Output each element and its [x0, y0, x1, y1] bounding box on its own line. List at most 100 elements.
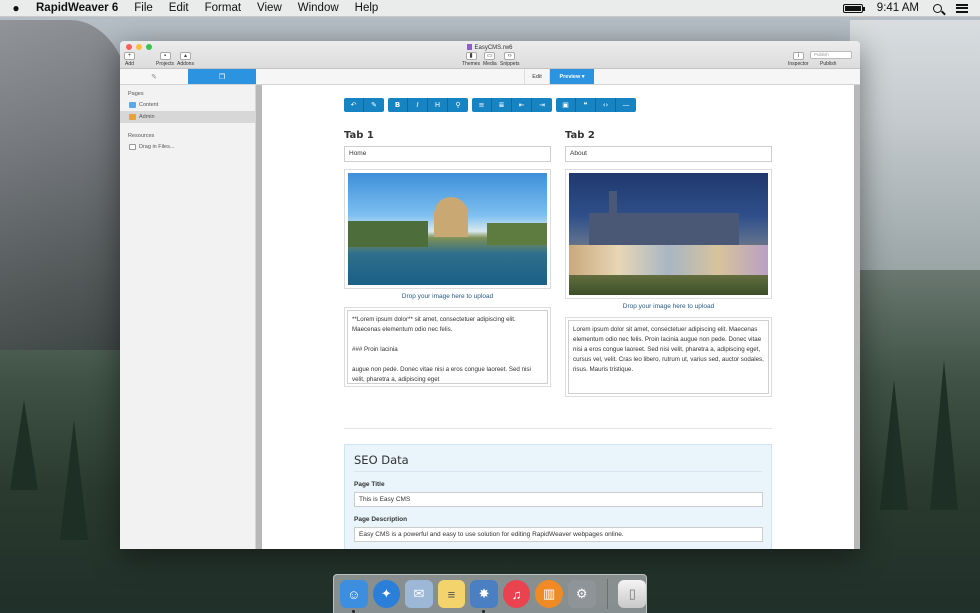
finder-icon[interactable]: ☺ [340, 580, 368, 613]
section-divider [344, 428, 772, 429]
horizontal-rule-button[interactable]: — [616, 98, 636, 112]
toolbar-group-format: B I H ⚲ [388, 98, 468, 112]
numbered-list-button[interactable]: ≣ [492, 98, 512, 112]
insert-image-button[interactable]: ▣ [556, 98, 576, 112]
italic-button[interactable]: I [408, 98, 428, 112]
menu-file[interactable]: File [126, 2, 161, 14]
houses-shape [569, 245, 768, 275]
apple-menu-icon[interactable]: ● [0, 1, 32, 15]
ibooks-icon[interactable]: ▥ [535, 580, 563, 608]
horizontal-rule-icon: — [622, 101, 630, 109]
publish-label[interactable]: Publish [820, 61, 836, 67]
menu-format[interactable]: Format [197, 2, 249, 14]
sidebar-tab-pages[interactable]: ❐ [188, 69, 256, 84]
tab1-text-editor[interactable]: **Lorem ipsum dolor** sit amet, consecte… [347, 310, 548, 384]
tab1-image-dropzone[interactable] [344, 169, 551, 289]
heading-icon: H [434, 101, 441, 109]
sidebar-item-admin[interactable]: Admin [120, 111, 255, 123]
rapidweaver-icon[interactable]: ✸ [470, 580, 498, 613]
wrench-icon: ✎ [151, 73, 157, 81]
trash-icon[interactable]: ▯ [618, 580, 647, 608]
outdent-button[interactable]: ⇤ [512, 98, 532, 112]
sidebar: Pages Content Admin Resources Drag in Fi… [120, 85, 256, 549]
mail-icon[interactable]: ✉ [405, 580, 433, 608]
window-titlebar[interactable]: EasyCMS.rw6 + Add ▪ Projects ▴ Addons ▮ Them… [120, 41, 860, 69]
tab1-title: Tab 1 [344, 130, 374, 141]
menu-edit[interactable]: Edit [161, 2, 197, 14]
tab2-title-field[interactable]: About [565, 146, 772, 162]
inspector-button[interactable]: i Inspector [788, 52, 809, 67]
tab1-title-field[interactable]: Home [344, 146, 551, 162]
menu-window[interactable]: Window [290, 2, 347, 14]
publish-destination-select[interactable]: Publish [810, 51, 852, 59]
pages-icon: ❐ [218, 73, 226, 81]
undo-button[interactable]: ↶ [344, 98, 364, 112]
page-description-input[interactable]: Easy CMS is a powerful and easy to use s… [354, 527, 763, 542]
snippets-button[interactable]: ‹› Snippets [500, 52, 519, 67]
battery-icon[interactable] [842, 3, 865, 13]
link-button[interactable]: ⚲ [448, 98, 468, 112]
clear-format-button[interactable]: ✎ [364, 98, 384, 112]
plus-icon: + [124, 52, 135, 60]
page-title-input[interactable]: This is Easy CMS [354, 492, 763, 507]
safari-icon[interactable]: ✦ [372, 580, 401, 608]
dock-separator [606, 579, 608, 609]
resources-heading: Resources [128, 133, 155, 139]
dock: ☺ ✦ ✉ ≡ ✸ ♫ ▥ ⚙ ▯ [333, 574, 647, 613]
media-button[interactable]: ▭ Media [483, 52, 497, 67]
tab1-image [348, 173, 547, 285]
tab2-upload-hint: Drop your image here to upload [622, 303, 715, 310]
spotlight-search-icon[interactable] [933, 3, 942, 13]
sidebar-item-content[interactable]: Content [120, 99, 255, 111]
page-description-label: Page Description [354, 516, 408, 523]
seo-panel: SEO Data Page Title This is Easy CMS Pag… [344, 444, 772, 549]
bold-icon: B [394, 101, 401, 109]
bullet-list-icon: ≡ [478, 101, 485, 109]
projects-icon: ▪ [159, 52, 171, 60]
preview-mode-tab[interactable]: Preview ▾ [550, 69, 594, 84]
projects-button[interactable]: ▪ Projects [156, 52, 174, 67]
trees-shape [487, 223, 547, 245]
tab2-text-editor[interactable]: Lorem ipsum dolor sit amet, consectetuer… [568, 320, 769, 394]
desktop-tree [880, 380, 908, 510]
tab2-title: Tab 2 [565, 130, 595, 141]
outdent-icon: ⇤ [518, 101, 525, 109]
menu-help[interactable]: Help [347, 2, 387, 14]
notification-center-icon[interactable] [956, 3, 968, 13]
page-title-label: Page Title [354, 481, 385, 488]
rapidweaver-window: EasyCMS.rw6 + Add ▪ Projects ▴ Addons ▮ Them… [120, 41, 860, 549]
addons-button[interactable]: ▴ Addons [177, 52, 194, 67]
indent-button[interactable]: ⇥ [532, 98, 552, 112]
menu-view[interactable]: View [249, 2, 290, 14]
clock[interactable]: 9:41 AM [877, 2, 919, 14]
bullet-list-button[interactable]: ≡ [472, 98, 492, 112]
quote-button[interactable]: ❝ [576, 98, 596, 112]
sub-toolbar: ✎ ❐ Edit Preview ▾ [120, 69, 860, 85]
tab1-text-box: **Lorem ipsum dolor** sit amet, consecte… [344, 307, 551, 387]
page-icon [129, 114, 136, 120]
system-preferences-icon[interactable]: ⚙ [567, 580, 596, 608]
sidebar-item-label: Drag in Files... [139, 144, 175, 150]
trees-shape [348, 221, 428, 247]
code-button[interactable]: ‹› [596, 98, 616, 112]
sidebar-tab-settings[interactable]: ✎ [120, 69, 188, 84]
edit-mode-tab[interactable]: Edit [524, 69, 550, 84]
tab2-image-dropzone[interactable] [565, 169, 772, 299]
document-icon [467, 44, 473, 50]
itunes-icon[interactable]: ♫ [502, 580, 531, 608]
tab2-image [569, 173, 768, 295]
notes-icon[interactable]: ≡ [437, 580, 466, 608]
add-button[interactable]: + Add [124, 52, 135, 67]
file-icon [129, 144, 136, 150]
themes-button[interactable]: ▮ Themes [462, 52, 480, 67]
editor-toolbar: ↶ ✎ B I H ⚲ ≡ ≣ ⇤ ⇥ ▣ ❝ ‹› — [344, 98, 636, 112]
pages-heading: Pages [128, 91, 144, 97]
addons-icon: ▴ [179, 52, 191, 60]
heading-button[interactable]: H [428, 98, 448, 112]
sidebar-item-label: Admin [139, 114, 155, 120]
tab2-column: Tab 2 About Drop your image here to uplo… [565, 130, 772, 397]
image-icon: ▣ [562, 101, 569, 109]
menu-app-name[interactable]: RapidWeaver 6 [32, 2, 126, 14]
bold-button[interactable]: B [388, 98, 408, 112]
sidebar-item-drag-files[interactable]: Drag in Files... [120, 141, 255, 153]
